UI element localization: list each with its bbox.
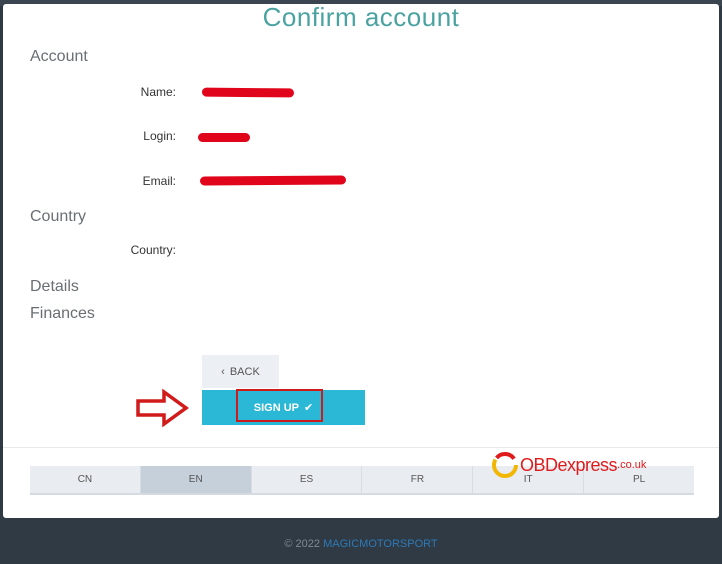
watermark: OBDexpress .co.uk [490,447,646,483]
name-redaction [201,87,295,98]
language-cn[interactable]: CN [30,466,141,493]
country-label: Country: [130,243,176,257]
email-label: Email: [142,174,176,188]
back-button[interactable]: ‹ BACK [202,355,279,388]
watermark-text: OBDexpress [520,454,618,475]
login-label: Login: [143,129,176,143]
section-finances-heading: Finances [30,305,95,322]
language-es[interactable]: ES [252,466,363,493]
section-country-heading: Country [30,208,87,225]
chevron-left-icon: ‹ [221,365,225,378]
footer-copyright: © 2022 [284,538,324,550]
watermark-domain: .co.uk [617,459,647,471]
email-redaction [199,175,347,186]
section-details-heading: Details [30,278,79,295]
name-label: Name: [140,85,176,99]
language-fr[interactable]: FR [362,466,474,493]
language-en[interactable]: EN [140,466,252,493]
pointer-arrow-icon [136,389,189,427]
watermark-logo-icon [492,452,518,478]
footer: © 2022 MAGICMOTORSPORT [0,538,722,550]
confirm-account-card [3,4,719,518]
section-account-heading: Account [30,48,88,65]
back-button-label: BACK [229,365,260,378]
highlight-box [236,389,323,422]
page-title: Confirm account [262,2,460,32]
login-redaction [198,133,250,142]
footer-brand-link[interactable]: MAGICMOTORSPORT [323,538,438,550]
